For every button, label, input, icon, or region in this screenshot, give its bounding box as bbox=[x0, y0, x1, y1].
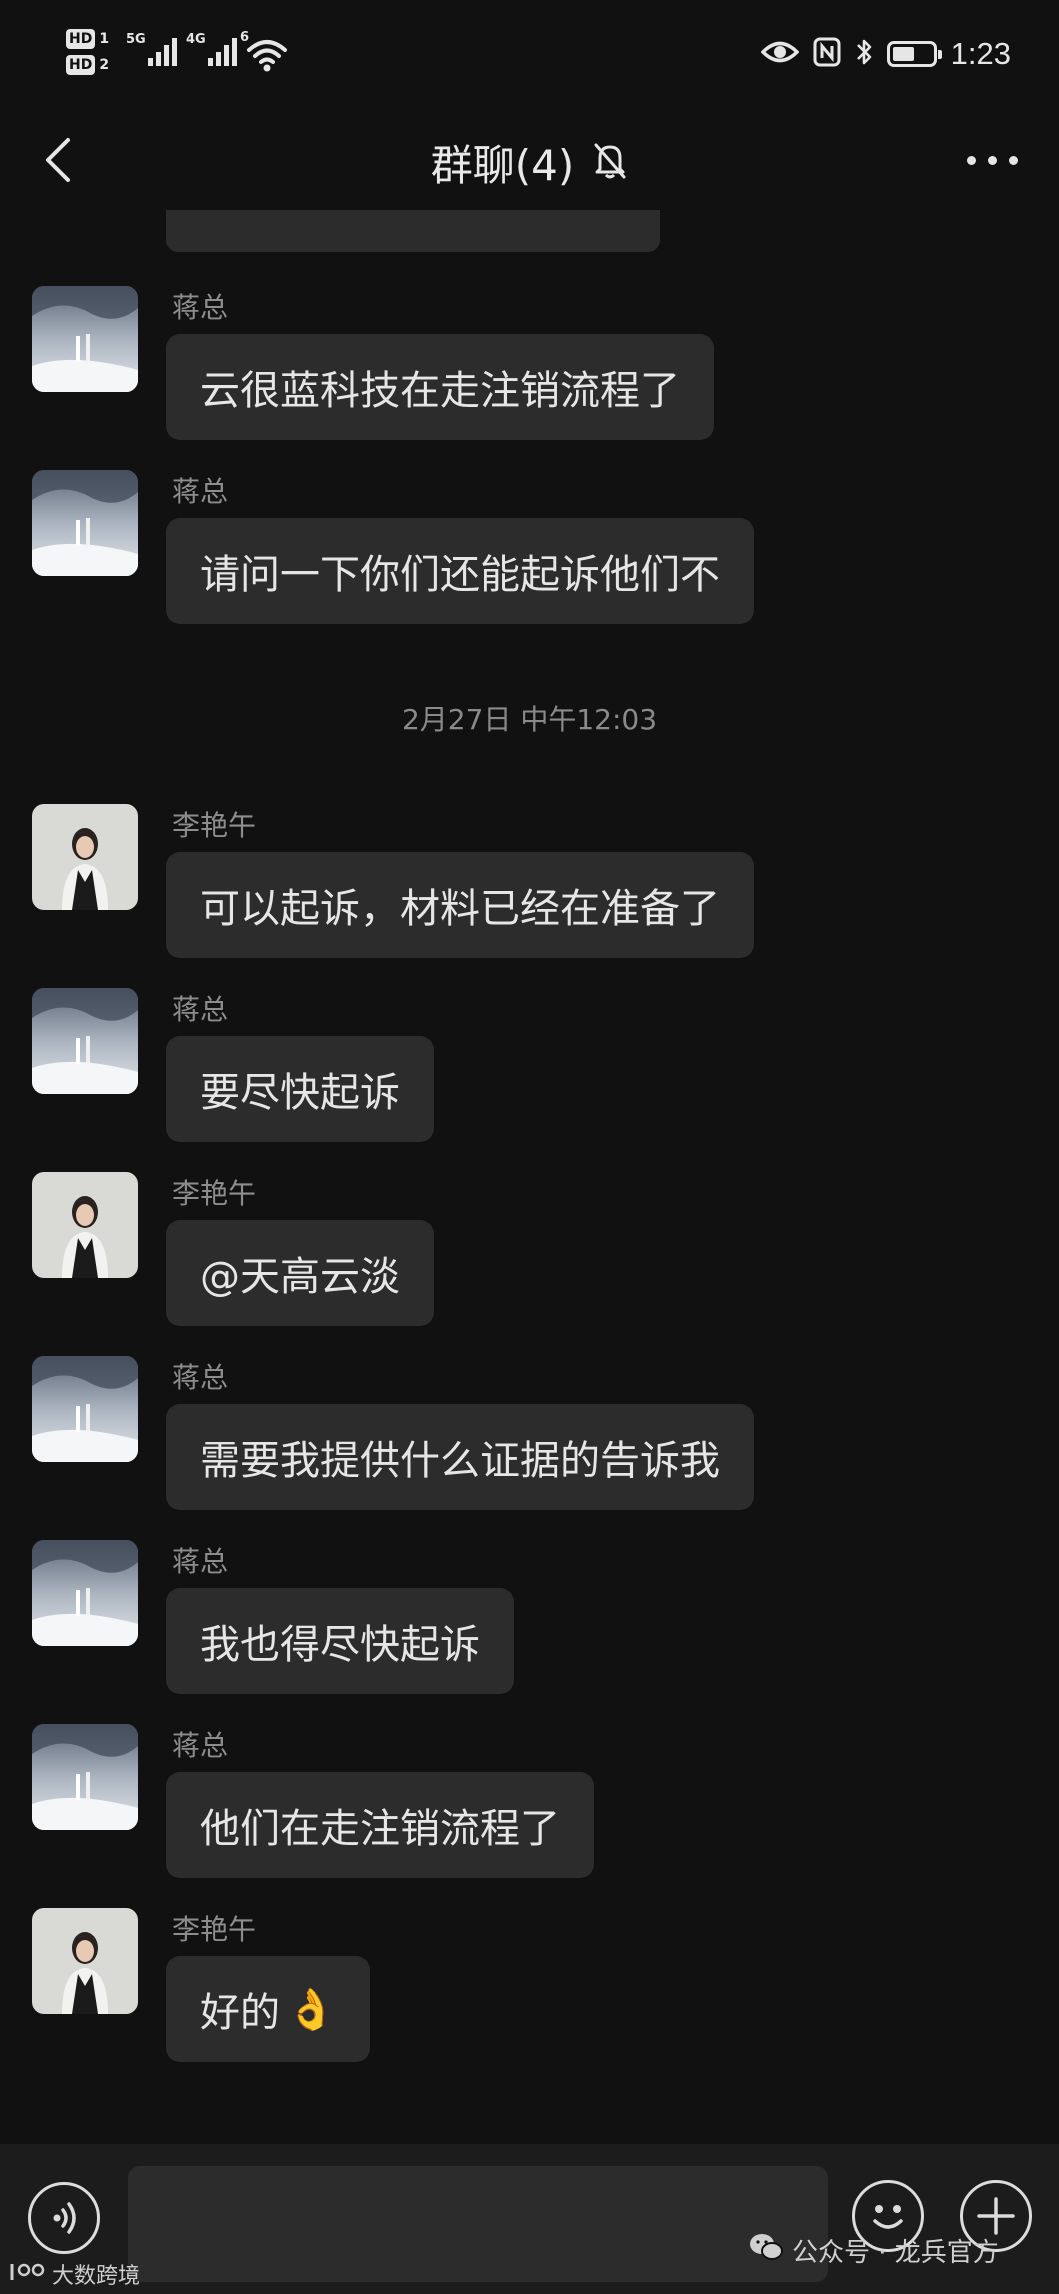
message-bubble[interactable]: 需要我提供什么证据的告诉我 bbox=[166, 1404, 754, 1510]
status-right-group: 1:23 bbox=[760, 36, 1011, 72]
hd-tag-1: HD bbox=[66, 29, 96, 49]
voice-icon bbox=[53, 2202, 76, 2234]
nfc-icon bbox=[813, 37, 841, 71]
signal-group-2: 4G bbox=[186, 32, 237, 66]
title-group: 群聊(4) bbox=[0, 132, 1059, 193]
landscape-avatar-icon bbox=[32, 1540, 138, 1646]
message-bubble[interactable]: 请问一下你们还能起诉他们不 bbox=[166, 518, 754, 624]
signal-group-1: 5G bbox=[126, 32, 177, 66]
message-text: @天高云淡 bbox=[200, 1254, 400, 1300]
person-avatar-icon bbox=[32, 804, 138, 910]
message-text: 我也得尽快起诉 bbox=[200, 1622, 480, 1668]
sender-name: 李艳午 bbox=[172, 809, 257, 842]
network-type-1: 5G bbox=[126, 32, 146, 47]
avatar[interactable] bbox=[32, 1540, 138, 1646]
watermark-right: 公众号 · 龙兵官方 bbox=[748, 2232, 999, 2269]
landscape-avatar-icon bbox=[32, 286, 138, 392]
message-bubble[interactable]: @天高云淡 bbox=[166, 1220, 434, 1326]
sender-name: 蒋总 bbox=[172, 1729, 229, 1762]
more-dot bbox=[1009, 156, 1018, 165]
landscape-avatar-icon bbox=[32, 470, 138, 576]
hd-tag-2: HD bbox=[66, 55, 96, 75]
more-button[interactable] bbox=[963, 140, 1023, 180]
status-bar: HD 1 HD 2 5G 4G 6 1:23 bbox=[0, 0, 1059, 110]
voice-button[interactable] bbox=[28, 2182, 100, 2254]
sender-name: 蒋总 bbox=[172, 1545, 229, 1578]
message-text: 可以起诉，材料已经在准备了 bbox=[200, 886, 720, 932]
more-dot bbox=[988, 156, 997, 165]
avatar[interactable] bbox=[32, 1908, 138, 2014]
eye-icon bbox=[760, 39, 800, 69]
sim-indicators: HD 1 HD 2 bbox=[66, 26, 109, 78]
message-bubble[interactable]: 我也得尽快起诉 bbox=[166, 1588, 514, 1694]
sim-number-2: 2 bbox=[99, 57, 110, 73]
message-text: 要尽快起诉 bbox=[200, 1070, 400, 1116]
person-avatar-icon bbox=[32, 1172, 138, 1278]
brand-logo-icon bbox=[8, 2258, 48, 2290]
avatar[interactable] bbox=[32, 286, 138, 392]
sender-name: 蒋总 bbox=[172, 475, 229, 508]
avatar[interactable] bbox=[32, 1172, 138, 1278]
landscape-avatar-icon bbox=[32, 1724, 138, 1830]
message-text: 请问一下你们还能起诉他们不 bbox=[200, 552, 720, 598]
message-text: 云很蓝科技在走注销流程了 bbox=[200, 368, 680, 414]
sender-name: 李艳午 bbox=[172, 1913, 257, 1946]
timestamp: 2月27日 中午12:03 bbox=[401, 703, 658, 736]
message-text: 好的 bbox=[200, 1990, 280, 2036]
avatar[interactable] bbox=[32, 470, 138, 576]
battery-icon bbox=[886, 41, 942, 67]
avatar[interactable] bbox=[32, 1356, 138, 1462]
wechat-icon bbox=[748, 2232, 784, 2269]
avatar[interactable] bbox=[32, 1724, 138, 1830]
landscape-avatar-icon bbox=[32, 1356, 138, 1462]
sender-name: 李艳午 bbox=[172, 1177, 257, 1210]
message-bubble[interactable]: 云很蓝科技在走注销流程了 bbox=[166, 334, 714, 440]
watermark-right-text: 公众号 · 龙兵官方 bbox=[792, 2238, 999, 2268]
message-bubble[interactable]: 好的 👌 bbox=[166, 1956, 370, 2062]
clock: 1:23 bbox=[950, 36, 1011, 71]
sender-name: 蒋总 bbox=[172, 993, 229, 1026]
message-input[interactable] bbox=[128, 2166, 828, 2282]
sender-name: 蒋总 bbox=[172, 1361, 229, 1394]
network-type-2: 4G bbox=[186, 32, 206, 47]
watermark-left-text: 大数跨境 bbox=[52, 2264, 141, 2289]
bluetooth-icon bbox=[855, 37, 873, 71]
battery-level bbox=[892, 47, 914, 61]
wifi-icon: 6 bbox=[240, 30, 288, 76]
wifi-label: 6 bbox=[240, 30, 250, 45]
message-text: 他们在走注销流程了 bbox=[200, 1806, 560, 1852]
avatar[interactable] bbox=[32, 804, 138, 910]
message-bubble[interactable]: 他们在走注销流程了 bbox=[166, 1772, 594, 1878]
bell-off-icon bbox=[592, 141, 628, 185]
watermark-left: 大数跨境 bbox=[8, 2258, 140, 2290]
avatar[interactable] bbox=[32, 988, 138, 1094]
signal-bars-icon bbox=[207, 36, 237, 66]
more-dot bbox=[967, 156, 976, 165]
partial-message-bubble bbox=[166, 210, 660, 252]
message-text: 需要我提供什么证据的告诉我 bbox=[200, 1438, 720, 1484]
input-bar bbox=[0, 2144, 1059, 2294]
sim-number-1: 1 bbox=[99, 31, 110, 47]
signal-bars-icon bbox=[147, 36, 177, 66]
sender-name: 蒋总 bbox=[172, 291, 229, 324]
message-bubble[interactable]: 要尽快起诉 bbox=[166, 1036, 434, 1142]
landscape-avatar-icon bbox=[32, 988, 138, 1094]
person-avatar-icon bbox=[32, 1908, 138, 2014]
message-bubble[interactable]: 可以起诉，材料已经在准备了 bbox=[166, 852, 754, 958]
navigation-bar: 群聊(4) bbox=[0, 110, 1059, 210]
ok-hand-emoji: 👌 bbox=[286, 1986, 336, 2033]
page-title: 群聊(4) bbox=[430, 141, 575, 190]
chat-area: 蒋总 云很蓝科技在走注销流程了 蒋总 请问一下你们还能起诉他们不 2月27日 中… bbox=[0, 210, 1059, 2140]
